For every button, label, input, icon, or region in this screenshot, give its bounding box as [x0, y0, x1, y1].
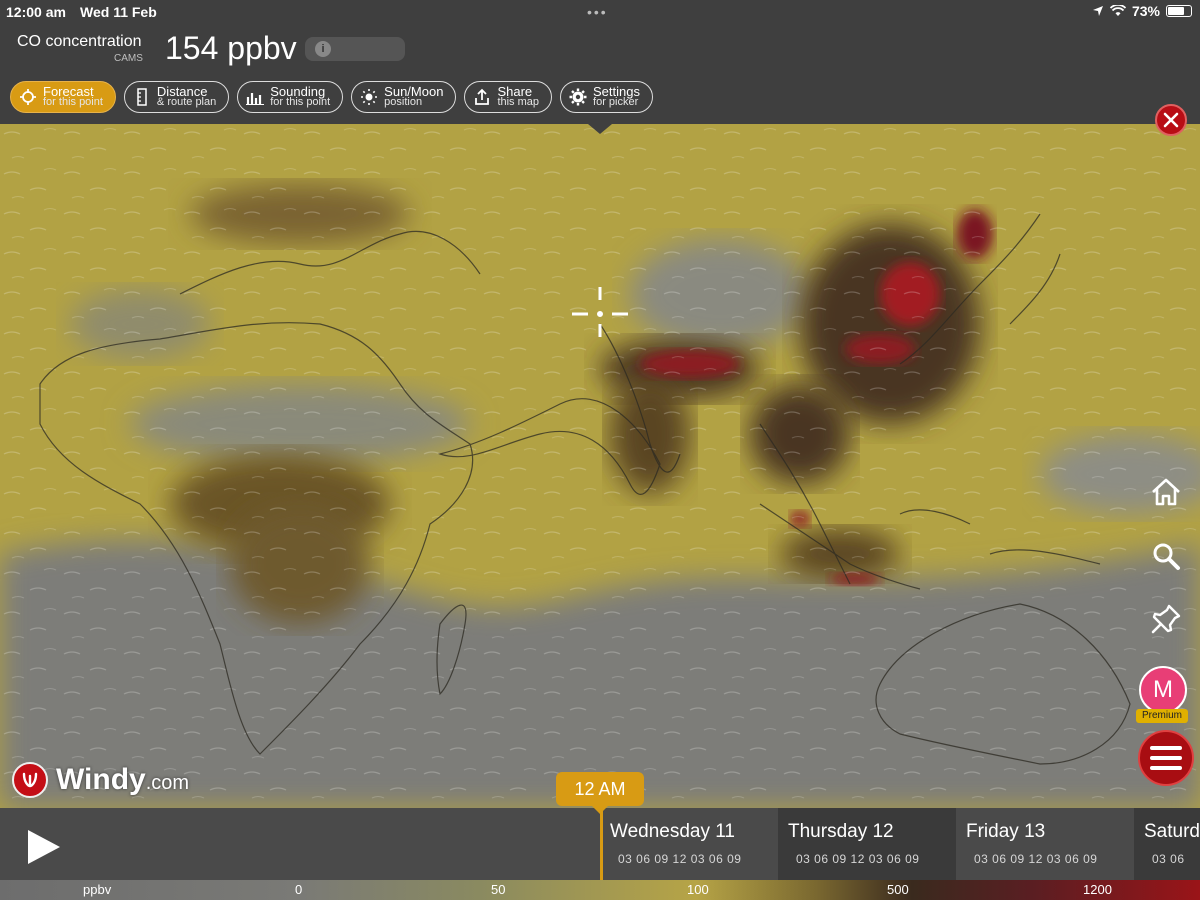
- play-icon[interactable]: [26, 828, 62, 866]
- ruler-icon: [133, 88, 151, 106]
- logo-text: Windy.com: [56, 763, 189, 797]
- home-button[interactable]: [1148, 474, 1184, 510]
- timeline-day[interactable]: Saturday 03 06: [1134, 808, 1200, 880]
- toolbar-button-forecast[interactable]: Forecast for this point: [10, 81, 116, 113]
- overlay-title: CO concentration: [17, 33, 142, 50]
- toolbar-button-distance[interactable]: Distance & route plan: [123, 81, 230, 113]
- hamburger-icon: [1150, 746, 1182, 770]
- toolbar-button-share[interactable]: Share this map: [464, 81, 553, 113]
- toolbar-button-sublabel: & route plan: [156, 96, 217, 108]
- status-bar: 12:00 am Wed 11 Feb ••• 73%: [0, 0, 1200, 24]
- color-legend: ppbv 0 50 100 500 1200: [0, 880, 1200, 900]
- current-time-bubble[interactable]: 12 AM: [556, 772, 644, 814]
- user-avatar[interactable]: M: [1139, 666, 1187, 714]
- multitask-dots-icon[interactable]: •••: [587, 4, 608, 20]
- pin-button[interactable]: [1148, 601, 1184, 637]
- picker-toolbar: Forecast for this point Distance & route pl…: [10, 81, 653, 113]
- wifi-icon: [1109, 5, 1126, 16]
- pin-icon: [1151, 604, 1181, 634]
- timeline-day[interactable]: Friday 13 03 06 09 12 03 06 09: [956, 808, 1134, 880]
- co-concentration-map[interactable]: [0, 124, 1200, 808]
- toolbar-button-sublabel: for picker: [593, 96, 639, 108]
- toolbar-button-sublabel: for this point: [43, 96, 103, 108]
- picker-value: 154 ppbv: [165, 30, 297, 66]
- day-hours: 03 06 09 12 03 06 09: [974, 852, 1098, 866]
- legend-tick: 0: [295, 882, 303, 897]
- crosshair-icon: [19, 88, 37, 106]
- sun-icon: [360, 88, 378, 106]
- toolbar-button-sounding[interactable]: Sounding for this point: [237, 81, 344, 113]
- bar-chart-icon: [246, 88, 265, 106]
- premium-badge[interactable]: Premium: [1136, 709, 1188, 723]
- timeline-day[interactable]: Thursday 12 03 06 09 12 03 06 09: [778, 808, 956, 880]
- windy-logo-icon: [12, 762, 48, 798]
- toolbar-button-sublabel: this map: [497, 96, 540, 108]
- day-hours: 03 06 09 12 03 06 09: [796, 852, 920, 866]
- home-icon: [1152, 478, 1180, 506]
- overlay-source: CAMS: [114, 53, 143, 64]
- logo-domain: .com: [145, 772, 190, 794]
- legend-tick: 100: [687, 882, 709, 897]
- timeline-cursor[interactable]: [600, 808, 603, 880]
- day-name: Wednesday 11: [610, 821, 735, 842]
- info-pill[interactable]: i: [305, 37, 405, 61]
- legend-unit: ppbv: [83, 882, 112, 897]
- legend-tick: 50: [491, 882, 506, 897]
- battery-percent: 73%: [1131, 3, 1160, 19]
- battery-icon: [1166, 5, 1192, 17]
- logo-name: Windy: [56, 763, 146, 796]
- info-icon[interactable]: i: [315, 41, 331, 57]
- toolbar-button-sublabel: for this point: [270, 96, 331, 108]
- search-button[interactable]: [1148, 538, 1184, 574]
- gear-icon: [569, 88, 587, 106]
- legend-tick: 500: [887, 882, 909, 897]
- close-picker-button[interactable]: [1155, 104, 1187, 136]
- day-name: Saturday: [1144, 821, 1200, 842]
- toolbar-button-settings[interactable]: Settings for picker: [560, 81, 653, 113]
- legend-tick: 1200: [1083, 882, 1112, 897]
- day-hours: 03 06: [1152, 852, 1185, 866]
- windy-logo[interactable]: Windy.com: [12, 762, 189, 798]
- day-name: Thursday 12: [788, 821, 894, 842]
- status-date: Wed 11 Feb: [80, 4, 157, 20]
- top-bar: 12:00 am Wed 11 Feb ••• 73% CO concentra…: [0, 0, 1200, 124]
- toolbar-button-sublabel: position: [384, 96, 423, 108]
- search-icon: [1153, 543, 1180, 570]
- status-time: 12:00 am: [6, 4, 66, 20]
- timeline-day[interactable]: Wednesday 11 03 06 09 12 03 06 09: [600, 808, 778, 880]
- share-icon: [473, 88, 491, 106]
- day-hours: 03 06 09 12 03 06 09: [618, 852, 742, 866]
- location-arrow-icon: [1092, 6, 1103, 16]
- toolbar-button-sun-moon[interactable]: Sun/Moon position: [351, 81, 457, 113]
- status-right: 73%: [1092, 3, 1192, 19]
- close-icon: [1163, 112, 1179, 128]
- day-name: Friday 13: [966, 821, 1046, 842]
- main-menu-button[interactable]: [1138, 730, 1194, 786]
- windy-app: 12:00 am Wed 11 Feb ••• 73% CO concentra…: [0, 0, 1200, 900]
